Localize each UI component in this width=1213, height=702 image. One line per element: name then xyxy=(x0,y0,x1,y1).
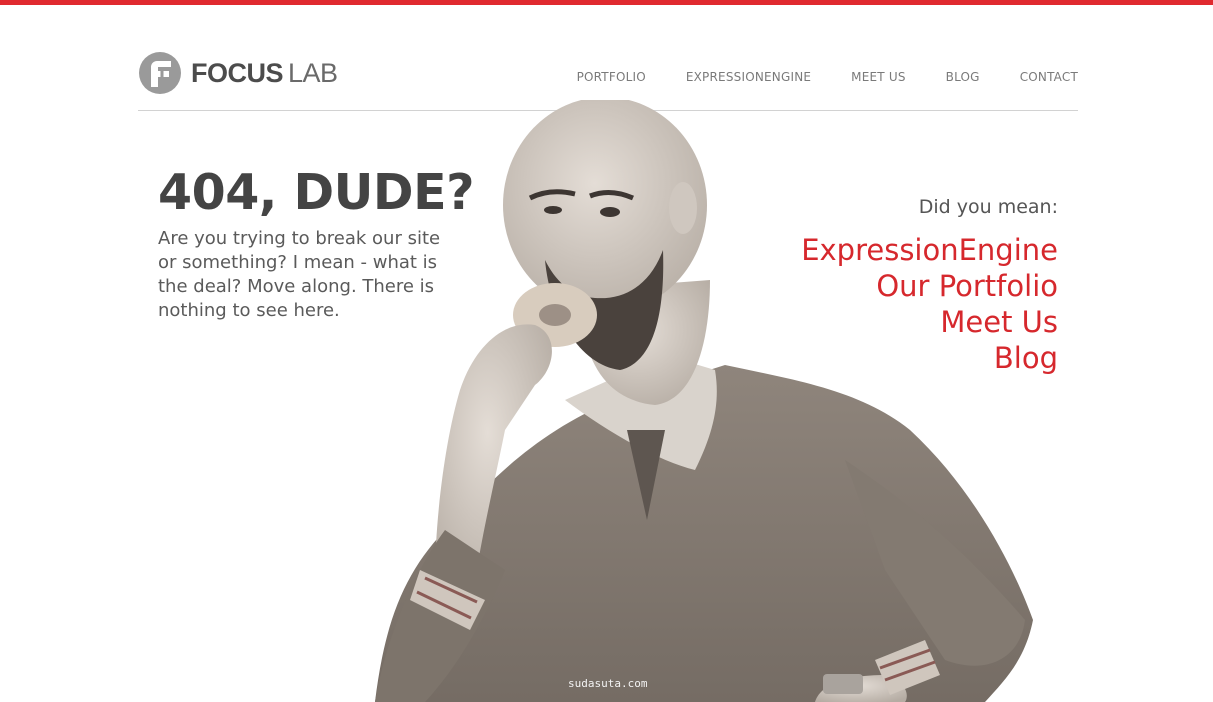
nav-item-contact[interactable]: CONTACT xyxy=(1020,70,1078,84)
logo-wordmark-bold: FOCUS xyxy=(191,57,284,88)
suggest-link-blog[interactable]: Blog xyxy=(801,340,1058,376)
nav-item-meet-us[interactable]: MEET US xyxy=(851,70,905,84)
main-nav: PORTFOLIO EXPRESSIONENGINE MEET US BLOG … xyxy=(577,70,1078,84)
error-headline: 404, DUDE? xyxy=(158,164,475,221)
top-accent-bar xyxy=(0,0,1213,5)
nav-item-expressionengine[interactable]: EXPRESSIONENGINE xyxy=(686,70,811,84)
watermark-text: sudasuta.com xyxy=(568,677,648,690)
nav-item-blog[interactable]: BLOG xyxy=(946,70,980,84)
nav-item-portfolio[interactable]: PORTFOLIO xyxy=(577,70,646,84)
logo-wordmark: FOCUS LAB xyxy=(191,57,338,88)
suggest-link-expressionengine[interactable]: ExpressionEngine xyxy=(801,232,1058,268)
suggestions-panel: Did you mean: ExpressionEngine Our Portf… xyxy=(801,196,1058,376)
error-message: Are you trying to break our site or some… xyxy=(158,228,441,321)
logo-wordmark-light: LAB xyxy=(288,57,338,88)
suggest-link-meet-us[interactable]: Meet Us xyxy=(801,304,1058,340)
focus-lab-logo[interactable]: FOCUS LAB xyxy=(138,51,338,95)
suggestions-label: Did you mean: xyxy=(918,196,1058,218)
suggest-link-portfolio[interactable]: Our Portfolio xyxy=(801,268,1058,304)
focus-lab-logo-mark-icon xyxy=(139,52,181,94)
